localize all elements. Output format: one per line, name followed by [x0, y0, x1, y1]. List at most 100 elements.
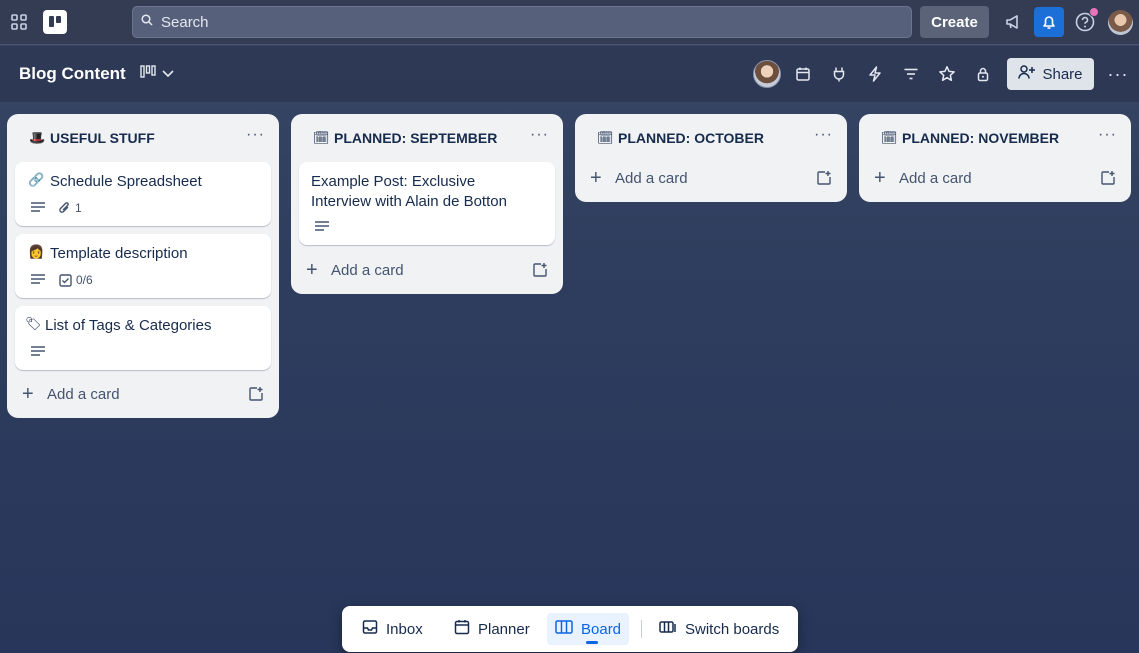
list-planned-september: 🗓 PLANNED: SEPTEMBER ··· Example Post: E…: [291, 114, 563, 294]
chevron-down-icon: [162, 65, 174, 83]
add-member-icon: [1018, 64, 1036, 84]
bottom-navigation: Inbox Planner Board Switch boards: [342, 606, 798, 652]
list-menu-icon[interactable]: ···: [530, 126, 549, 144]
search-placeholder: Search: [161, 13, 209, 31]
list-title[interactable]: USEFUL STUFF: [50, 130, 155, 146]
card-badges: 1: [31, 200, 82, 216]
board-title[interactable]: Blog Content: [19, 64, 126, 84]
add-card-label: Add a card: [331, 262, 404, 279]
list-planned-october: 🗓 PLANNED: OCTOBER ··· + Add a card: [575, 114, 847, 202]
list-title[interactable]: PLANNED: SEPTEMBER: [334, 130, 497, 146]
plus-icon: +: [874, 167, 886, 189]
plus-icon: +: [22, 383, 34, 405]
card-title: Schedule Spreadsheet: [50, 173, 202, 190]
checklist-badge: 0/6: [59, 273, 93, 287]
add-card-button[interactable]: + Add a card: [7, 378, 279, 410]
add-card-button[interactable]: + Add a card: [291, 254, 563, 286]
create-from-template-icon[interactable]: [532, 262, 548, 278]
list-title[interactable]: PLANNED: NOVEMBER: [902, 130, 1059, 146]
checklist-count: 0/6: [76, 273, 93, 287]
description-icon: [31, 273, 45, 288]
board-view-switcher[interactable]: [140, 64, 178, 84]
active-nav-indicator: [586, 641, 598, 644]
list-useful-stuff: 🎩 USEFUL STUFF ··· 🔗 Schedule Spreadshee…: [7, 114, 279, 418]
card-list-of-tags[interactable]: 🏷 List of Tags & Categories: [15, 306, 271, 370]
trello-logo[interactable]: [43, 10, 67, 34]
description-icon: [31, 345, 45, 360]
search-icon: [141, 13, 153, 31]
list-header[interactable]: 🗓 PLANNED: NOVEMBER ···: [859, 114, 1131, 160]
switch-boards-icon: [659, 619, 677, 639]
nav-switch-boards[interactable]: Switch boards: [651, 613, 787, 645]
calendar-emoji-icon: 🗓: [881, 130, 898, 145]
nav-board-label: Board: [581, 620, 622, 638]
card-example-post[interactable]: Example Post: Exclusive Interview with A…: [299, 162, 555, 245]
list-title[interactable]: PLANNED: OCTOBER: [618, 130, 764, 146]
add-card-label: Add a card: [899, 170, 972, 187]
automation-icon[interactable]: [865, 64, 885, 84]
card-badges: [315, 219, 329, 235]
board-view-icon: [140, 64, 156, 84]
inbox-icon: [362, 619, 378, 639]
description-icon: [31, 201, 45, 216]
list-menu-icon[interactable]: ···: [246, 126, 265, 144]
nav-switch-boards-label: Switch boards: [685, 620, 780, 638]
power-up-icon[interactable]: [829, 64, 849, 84]
user-avatar[interactable]: [1108, 10, 1133, 35]
more-icon[interactable]: ···: [1108, 64, 1128, 84]
list-header[interactable]: 🎩 USEFUL STUFF ···: [7, 114, 279, 160]
add-card-label: Add a card: [47, 386, 120, 403]
calendar-emoji-icon: 🗓: [597, 130, 614, 145]
nav-inbox-label: Inbox: [386, 620, 423, 638]
person-icon: 👩: [28, 244, 45, 259]
plus-icon: +: [306, 259, 318, 281]
board-member-avatar[interactable]: [753, 60, 781, 88]
calendar-icon[interactable]: [793, 64, 813, 84]
create-from-template-icon[interactable]: [248, 386, 264, 402]
nav-divider: [641, 620, 642, 638]
add-card-button[interactable]: + Add a card: [575, 162, 847, 194]
card-badges: [31, 344, 45, 360]
board-icon: [555, 619, 573, 639]
star-icon[interactable]: [937, 64, 957, 84]
label-tag-icon: 🏷: [25, 316, 42, 331]
planner-calendar-icon: [454, 619, 470, 639]
attachment-count: 1: [75, 201, 82, 215]
megaphone-icon[interactable]: [1002, 11, 1024, 33]
add-card-label: Add a card: [615, 170, 688, 187]
top-hat-icon: 🎩: [29, 130, 46, 145]
list-menu-icon[interactable]: ···: [1098, 126, 1117, 144]
bell-icon[interactable]: [1034, 7, 1064, 37]
card-badges: 0/6: [31, 272, 93, 288]
card-title-line1: Example Post: Exclusive: [311, 173, 476, 190]
share-label: Share: [1042, 65, 1083, 83]
notification-dot: [1089, 7, 1099, 17]
list-planned-november: 🗓 PLANNED: NOVEMBER ··· + Add a card: [859, 114, 1131, 202]
top-navigation-bar: Search Create: [0, 0, 1139, 45]
create-from-template-icon[interactable]: [816, 170, 832, 186]
add-card-button[interactable]: + Add a card: [859, 162, 1131, 194]
link-icon: 🔗: [28, 172, 45, 187]
lock-icon[interactable]: [973, 64, 993, 84]
list-header[interactable]: 🗓 PLANNED: OCTOBER ···: [575, 114, 847, 160]
nav-planner[interactable]: Planner: [446, 613, 538, 645]
card-title: Template description: [50, 245, 188, 262]
nav-planner-label: Planner: [478, 620, 530, 638]
attachment-badge: 1: [59, 201, 82, 215]
create-from-template-icon[interactable]: [1100, 170, 1116, 186]
description-icon: [315, 220, 329, 235]
filter-icon[interactable]: [901, 64, 921, 84]
calendar-emoji-icon: 🗓: [313, 130, 330, 145]
plus-icon: +: [590, 167, 602, 189]
list-menu-icon[interactable]: ···: [814, 126, 833, 144]
card-title-line2: Interview with Alain de Botton: [311, 193, 507, 210]
nav-inbox[interactable]: Inbox: [354, 613, 431, 645]
card-schedule-spreadsheet[interactable]: 🔗 Schedule Spreadsheet 1: [15, 162, 271, 226]
search-input[interactable]: Search: [132, 6, 912, 38]
apps-grid-icon[interactable]: [8, 11, 30, 33]
share-button[interactable]: Share: [1007, 58, 1094, 90]
create-button[interactable]: Create: [920, 6, 989, 38]
card-title: List of Tags & Categories: [45, 317, 212, 334]
list-header[interactable]: 🗓 PLANNED: SEPTEMBER ···: [291, 114, 563, 160]
card-template-description[interactable]: 👩 Template description 0/6: [15, 234, 271, 298]
